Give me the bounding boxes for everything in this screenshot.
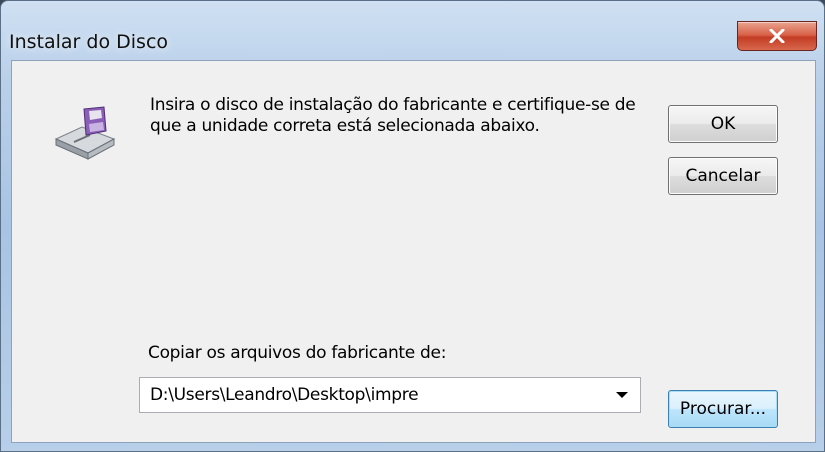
copy-from-label: Copiar os arquivos do fabricante de: [148, 343, 447, 363]
ok-button[interactable]: OK [668, 105, 778, 143]
close-button[interactable] [737, 21, 817, 51]
dropdown-arrow-icon[interactable] [616, 392, 628, 398]
window-title: Instalar do Disco [9, 31, 169, 53]
close-icon [769, 29, 785, 43]
browse-button[interactable]: Procurar... [668, 390, 778, 428]
floppy-disk-drive-icon [52, 105, 118, 161]
instruction-text: Insira o disco de instalação do fabrican… [150, 95, 636, 136]
source-path-combobox[interactable]: D:\Users\Leandro\Desktop\impre [139, 377, 641, 413]
cancel-button[interactable]: Cancelar [668, 157, 778, 195]
source-path-value: D:\Users\Leandro\Desktop\impre [150, 385, 419, 405]
dialog-body: Insira o disco de instalação do fabrican… [11, 60, 816, 443]
install-from-disk-dialog: Instalar do Disco Insira o disco de inst… [0, 0, 825, 452]
title-bar[interactable]: Instalar do Disco [1, 1, 824, 61]
